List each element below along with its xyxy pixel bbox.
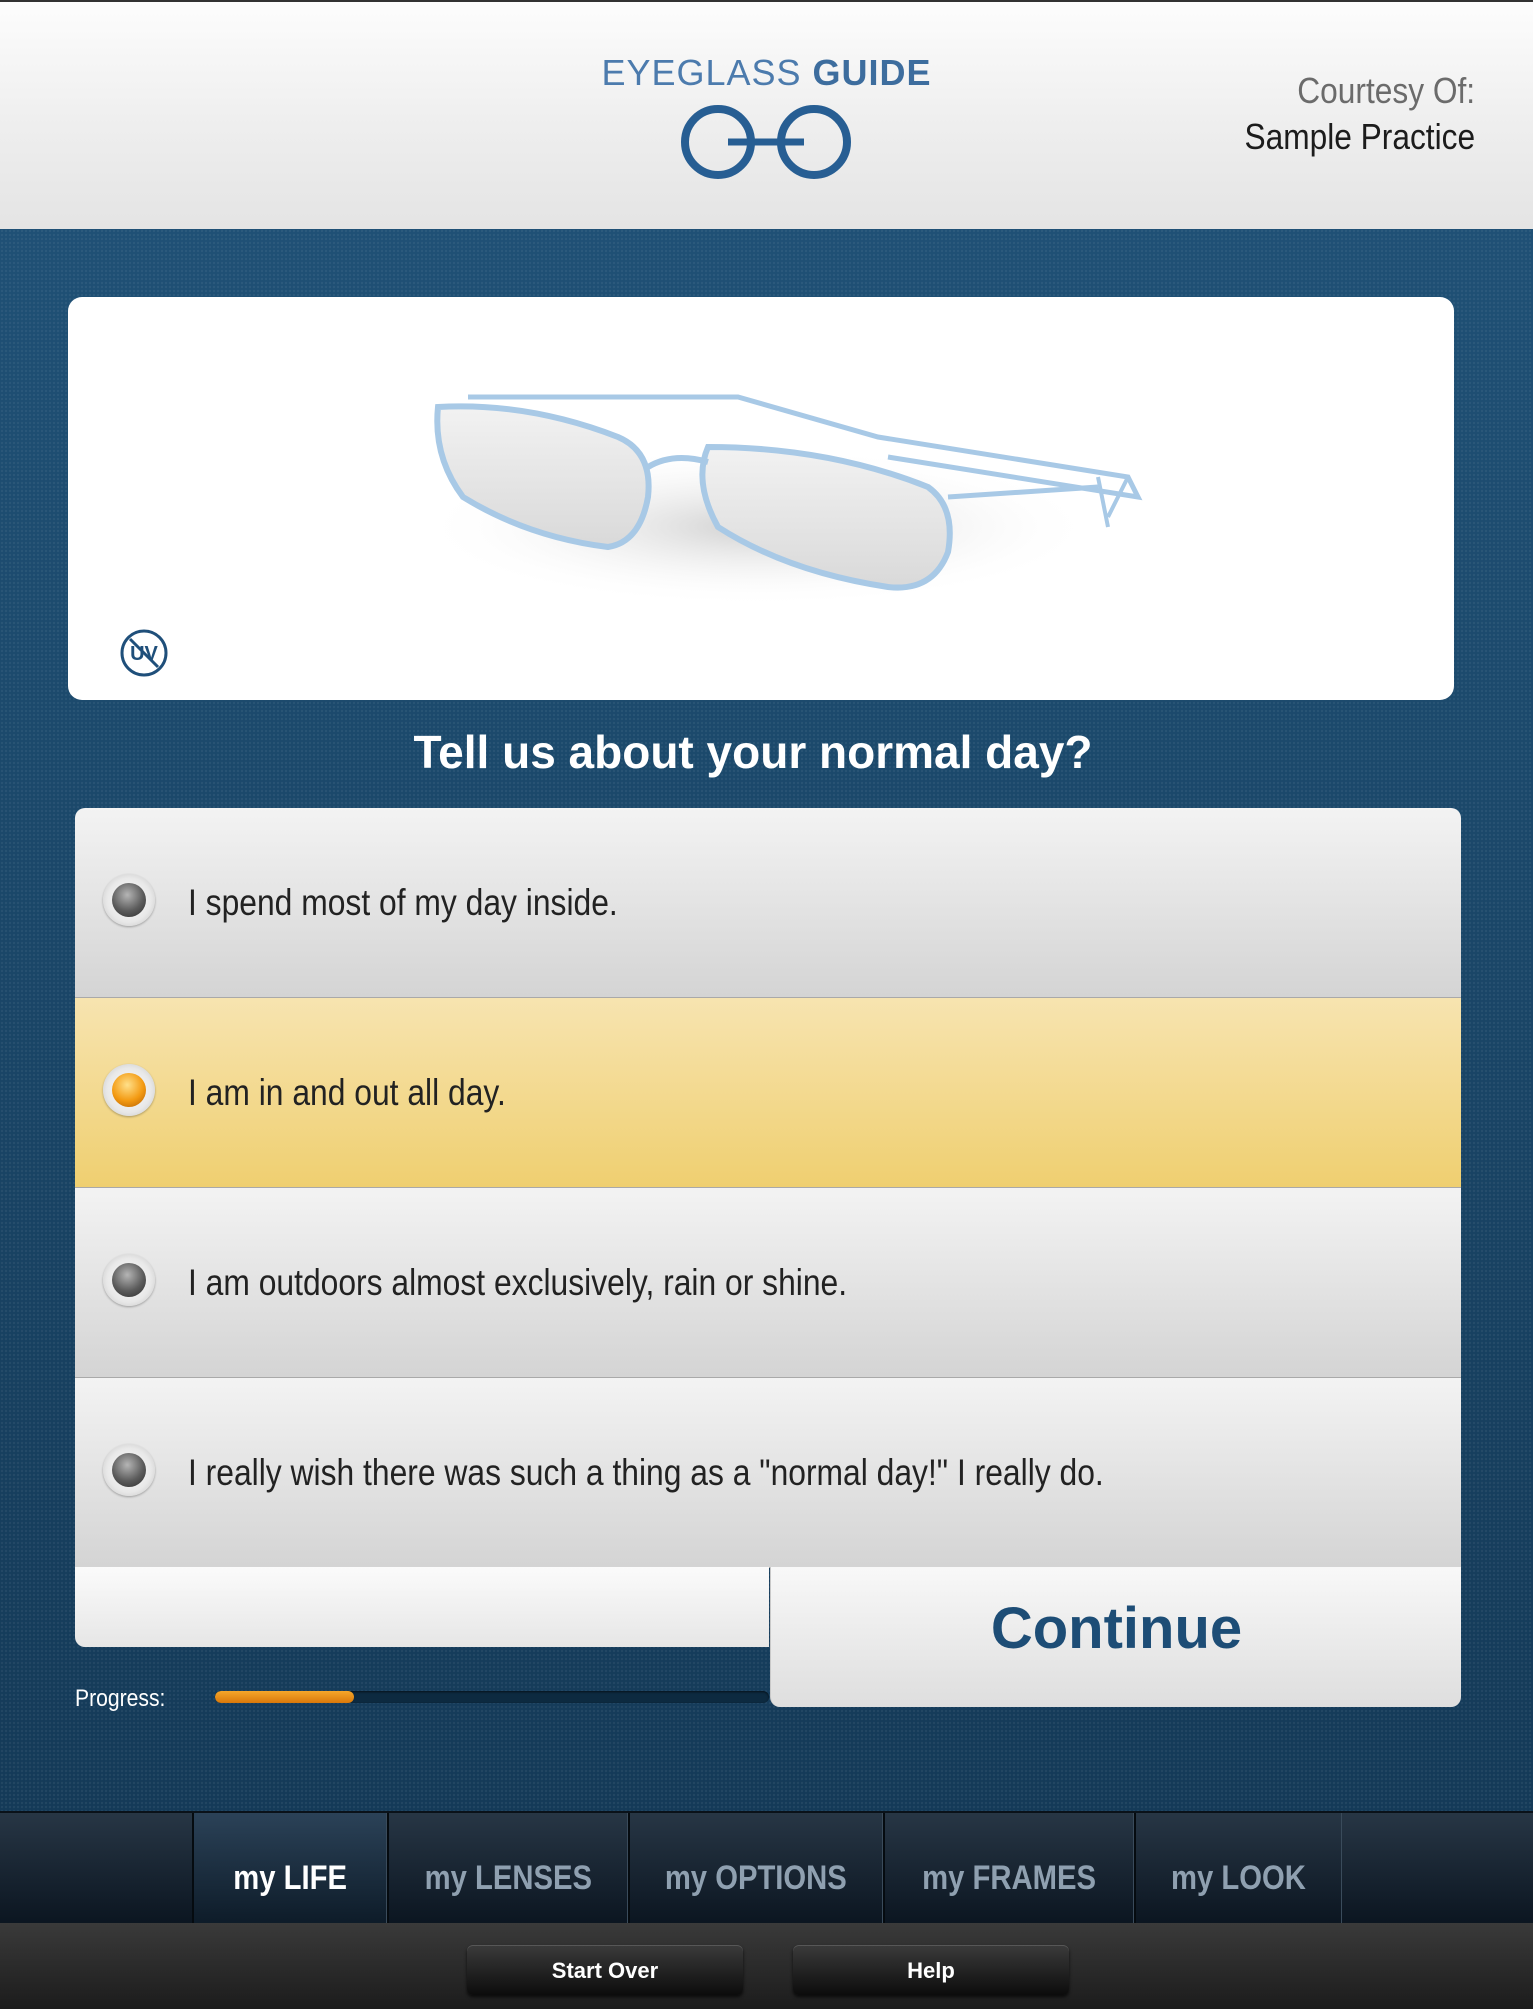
eyeglasses-image-card: UV (68, 297, 1454, 700)
main-panel: UV Tell us about your normal day? I spen… (0, 229, 1533, 1811)
option-1[interactable]: I am in and out all day. (75, 998, 1461, 1188)
option-2[interactable]: I am outdoors almost exclusively, rain o… (75, 1188, 1461, 1378)
option-label: I spend most of my day inside. (188, 882, 618, 923)
section-tabs: my LIFE my LENSES my OPTIONS my FRAMES m… (0, 1811, 1533, 1925)
app-header: EYEGLASS GUIDE Courtesy Of: Sample Pract… (0, 0, 1533, 229)
tab-my-look[interactable]: my LOOK (1134, 1813, 1342, 1925)
radio-button-icon[interactable] (103, 874, 155, 926)
eyeglasses-illustration (418, 394, 1143, 607)
courtesy-label: Courtesy Of: (1297, 70, 1475, 111)
glasses-logo-icon (681, 105, 851, 179)
tab-my-lenses[interactable]: my LENSES (387, 1813, 628, 1925)
question-title: Tell us about your normal day? (413, 726, 1093, 778)
courtesy-block: Courtesy Of: Sample Practice (1213, 68, 1475, 160)
options-footer: Continue (75, 1567, 1461, 1707)
footer-spacer (75, 1567, 769, 1647)
logo-text-part2: GUIDE (812, 52, 932, 93)
option-0[interactable]: I spend most of my day inside. (75, 808, 1461, 998)
progress-fill (215, 1691, 354, 1703)
progress-bar (215, 1691, 769, 1703)
option-label: I am in and out all day. (188, 1072, 506, 1113)
radio-button-icon[interactable] (103, 1064, 155, 1116)
option-3[interactable]: I really wish there was such a thing as … (75, 1378, 1461, 1568)
tab-my-frames[interactable]: my FRAMES (883, 1813, 1134, 1925)
practice-name: Sample Practice (1244, 116, 1475, 157)
tab-my-life[interactable]: my LIFE (192, 1813, 387, 1925)
radio-button-icon[interactable] (103, 1444, 155, 1496)
continue-button[interactable]: Continue (770, 1567, 1461, 1707)
start-over-button[interactable]: Start Over (467, 1945, 743, 1995)
tab-my-options[interactable]: my OPTIONS (628, 1813, 883, 1925)
answer-options: I spend most of my day inside. I am in a… (75, 808, 1461, 1568)
option-label: I am outdoors almost exclusively, rain o… (188, 1262, 848, 1303)
help-button[interactable]: Help (793, 1945, 1069, 1995)
progress-label: Progress: (75, 1685, 166, 1712)
continue-label: Continue (990, 1596, 1243, 1661)
option-label: I really wish there was such a thing as … (188, 1452, 1104, 1493)
uv-icon: UV (120, 629, 168, 677)
logo-text-part1: EYEGLASS (601, 52, 813, 93)
radio-button-icon[interactable] (103, 1254, 155, 1306)
bottom-toolbar: Start Over Help (0, 1923, 1533, 2009)
